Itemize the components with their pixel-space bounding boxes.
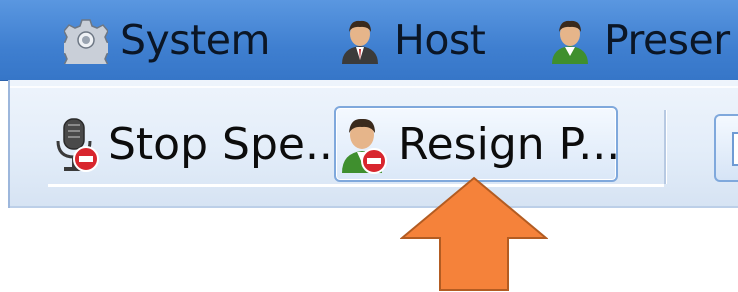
tab-presenter-label: Preser <box>604 16 730 64</box>
ribbon-group-underline <box>48 184 664 187</box>
ribbon-highlight <box>10 86 738 88</box>
ribbon-separator <box>664 110 667 184</box>
user-remove-icon <box>336 113 394 175</box>
ribbon-bottom-border <box>10 206 738 208</box>
next-ribbon-button[interactable] <box>714 114 738 182</box>
gear-icon <box>58 16 114 77</box>
resign-presenter-label: Resign P... <box>398 118 621 170</box>
stop-speaking-button[interactable]: Stop Spe... <box>50 106 347 182</box>
window-icon <box>732 132 738 166</box>
presenter-user-icon <box>548 16 592 64</box>
ribbon: Stop Spe... Resign P... <box>8 80 738 208</box>
tab-system-label: System <box>120 16 270 64</box>
tab-system[interactable]: System <box>58 12 270 77</box>
tab-host[interactable]: Host <box>338 12 486 68</box>
menu-bar: System Host Preser <box>0 0 738 81</box>
tab-host-label: Host <box>394 16 486 64</box>
stop-speaking-label: Stop Spe... <box>108 118 347 170</box>
host-user-icon <box>338 16 382 64</box>
up-arrow-icon <box>400 176 548 291</box>
tab-presenter[interactable]: Preser <box>548 12 730 68</box>
resign-presenter-button[interactable]: Resign P... <box>334 106 621 182</box>
microphone-stop-icon <box>50 113 108 175</box>
